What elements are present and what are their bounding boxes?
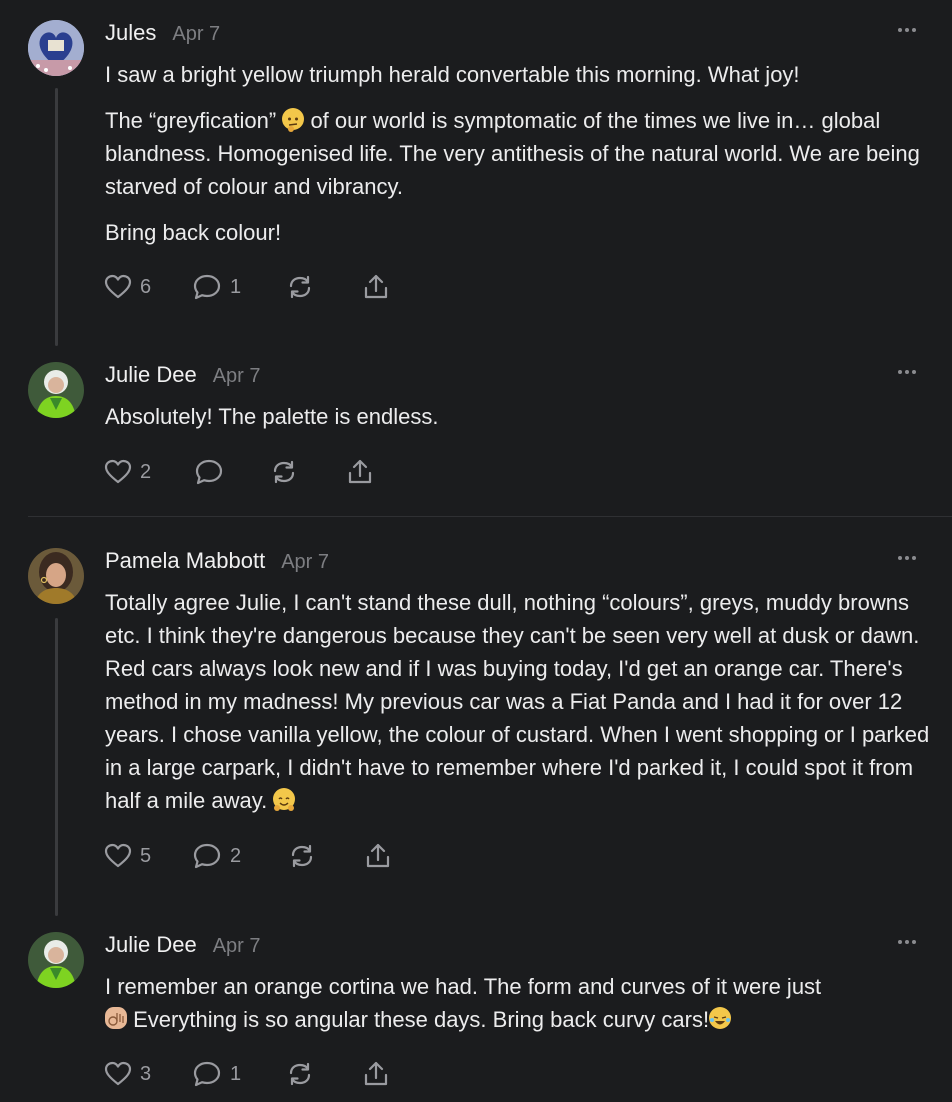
comment-icon — [195, 459, 223, 485]
like-count: 6 — [140, 275, 152, 298]
like-count: 3 — [140, 1062, 152, 1085]
comment-header: Julie Dee Apr 7 — [105, 932, 261, 958]
author-name[interactable]: Pamela Mabbott — [105, 548, 265, 574]
author-name[interactable]: Julie Dee — [105, 932, 197, 958]
comment-paragraph: Totally agree Julie, I can't stand these… — [105, 586, 935, 817]
heart-icon — [104, 274, 132, 299]
comment-actions: 2 — [104, 457, 374, 487]
laughing-emoji-icon — [709, 1007, 732, 1029]
restack-button[interactable] — [286, 1060, 362, 1088]
comment-paragraph: Bring back colour! — [105, 220, 282, 245]
comment-date[interactable]: Apr 7 — [281, 551, 329, 574]
comment-actions: 3 1 — [104, 1059, 390, 1089]
restack-icon — [289, 1062, 311, 1086]
comment-paragraph: Absolutely! The palette is endless. — [105, 404, 439, 429]
avatar[interactable] — [28, 932, 84, 988]
restack-button[interactable] — [286, 273, 362, 301]
heart-icon — [104, 1061, 132, 1086]
share-icon — [348, 459, 372, 484]
heart-icon — [104, 459, 132, 484]
heart-icon — [104, 843, 132, 868]
comment-actions: 5 2 — [104, 841, 392, 871]
avatar[interactable] — [28, 548, 84, 604]
share-icon — [364, 1061, 388, 1086]
restack-icon — [289, 275, 311, 299]
like-button[interactable]: 3 — [104, 1061, 192, 1087]
hugging-emoji-icon — [273, 788, 296, 811]
comment-paragraph-text: Everything is so angular these days. Bri… — [133, 1007, 710, 1032]
thread-divider — [28, 516, 952, 517]
comment-header: Pamela Mabbott Apr 7 — [105, 548, 329, 574]
share-icon — [364, 274, 388, 299]
reply-button[interactable] — [194, 458, 270, 486]
comment-paragraph: I saw a bright yellow triumph herald con… — [105, 62, 800, 87]
comment-icon — [193, 843, 221, 869]
ok-hand-emoji-icon — [105, 1007, 127, 1029]
quote-text: The “greyfication” — [105, 108, 277, 133]
reply-button[interactable]: 1 — [192, 1060, 286, 1088]
comment-date[interactable]: Apr 7 — [213, 935, 261, 958]
like-count: 2 — [140, 460, 152, 483]
comment-header: Julie Dee Apr 7 — [105, 362, 261, 388]
comment-body: Totally agree Julie, I can't stand these… — [105, 586, 935, 817]
comment-paragraph: Everything is so angular these days. Bri… — [105, 1003, 935, 1036]
comment-paragraph: I remember an orange cortina we had. The… — [105, 974, 822, 999]
more-icon[interactable] — [898, 26, 918, 34]
reply-button[interactable]: 2 — [192, 842, 288, 870]
comment-body: I remember an orange cortina we had. The… — [105, 970, 935, 1036]
comment-paragraph-text: Totally agree Julie, I can't stand these… — [105, 590, 930, 813]
reply-count: 1 — [230, 1062, 242, 1085]
share-icon — [366, 843, 390, 868]
like-count: 5 — [140, 844, 152, 867]
thread-line — [55, 618, 58, 916]
author-name[interactable]: Julie Dee — [105, 362, 197, 388]
comment-date[interactable]: Apr 7 — [172, 23, 220, 46]
author-name[interactable]: Jules — [105, 20, 156, 46]
more-icon[interactable] — [898, 554, 918, 562]
avatar[interactable] — [28, 20, 84, 76]
comment-icon — [193, 274, 221, 300]
more-icon[interactable] — [898, 368, 918, 376]
like-button[interactable]: 6 — [104, 274, 192, 300]
reply-count: 1 — [230, 275, 242, 298]
restack-icon — [291, 844, 313, 868]
comment-header: Jules Apr 7 — [105, 20, 220, 46]
restack-button[interactable] — [288, 842, 364, 870]
comment-body: I saw a bright yellow triumph herald con… — [105, 58, 935, 249]
comment-thread: Jules Apr 7 I saw a bright yellow triump… — [0, 0, 952, 1102]
share-button[interactable] — [362, 1060, 390, 1088]
share-button[interactable] — [346, 458, 374, 486]
share-button[interactable] — [362, 273, 390, 301]
reply-button[interactable]: 1 — [192, 273, 286, 301]
restack-button[interactable] — [270, 458, 346, 486]
like-button[interactable]: 2 — [104, 459, 194, 485]
comment-date[interactable]: Apr 7 — [213, 365, 261, 388]
restack-icon — [273, 460, 295, 484]
thread-line — [55, 88, 58, 346]
avatar[interactable] — [28, 362, 84, 418]
thinking-emoji-icon — [282, 108, 305, 132]
share-button[interactable] — [364, 842, 392, 870]
reply-count: 2 — [230, 844, 242, 867]
more-icon[interactable] — [898, 938, 918, 946]
comment-icon — [193, 1061, 221, 1087]
comment-paragraph: The “greyfication” of our world is sympt… — [105, 104, 935, 203]
like-button[interactable]: 5 — [104, 843, 192, 869]
comment-body: Absolutely! The palette is endless. — [105, 400, 935, 433]
comment-actions: 6 1 — [104, 272, 390, 302]
